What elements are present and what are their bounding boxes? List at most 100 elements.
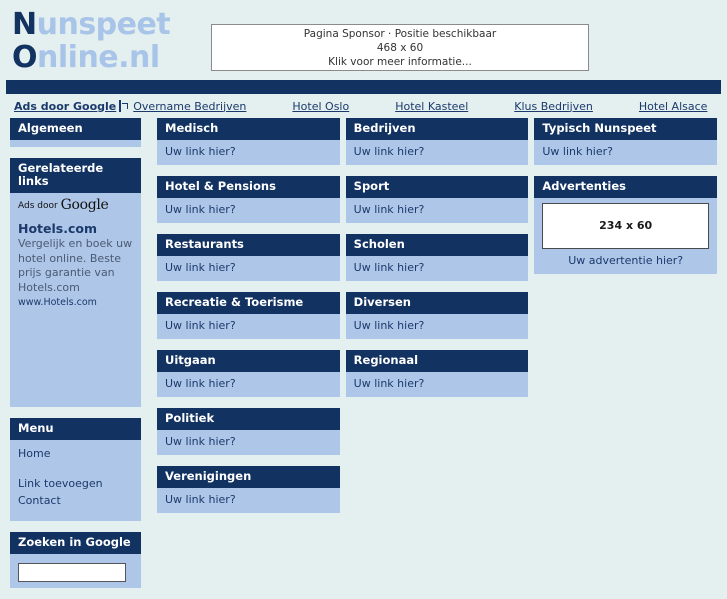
panel-algemeen-body xyxy=(10,140,141,147)
panel-advertenties: Advertenties 234 x 60 Uw advertentie hie… xyxy=(534,176,718,274)
category-title: Uitgaan xyxy=(157,350,340,372)
uw-link-hier[interactable]: Uw link hier? xyxy=(354,145,425,158)
category-title: Diversen xyxy=(345,292,529,314)
uw-link-hier[interactable]: Uw link hier? xyxy=(165,203,236,216)
menu-item-contact[interactable]: Contact xyxy=(18,492,133,509)
menu-item-link-toevoegen[interactable]: Link toevoegen xyxy=(18,475,133,492)
category-column-1: Medisch Uw link hier? Hotel & Pensions U… xyxy=(157,118,340,524)
panel-search-title: Zoeken in Google xyxy=(10,532,141,554)
sidebar-ad-description: Vergelijk en boek uw hotel online. Beste… xyxy=(18,237,133,294)
category-title: Scholen xyxy=(345,234,529,256)
sponsor-line-3: Klik voor meer informatie... xyxy=(328,55,472,68)
category-typisch-nunspeet: Typisch Nunspeet Uw link hier? xyxy=(534,118,718,165)
category-title: Restaurants xyxy=(157,234,340,256)
category-scholen: Scholen Uw link hier? xyxy=(345,234,529,281)
uw-link-hier[interactable]: Uw link hier? xyxy=(165,261,236,274)
category-title: Sport xyxy=(345,176,529,198)
category-title: Regionaal xyxy=(345,350,529,372)
sidebar: Algemeen Gerelateerde links Ads door Goo… xyxy=(10,118,141,599)
category-body: Uw link hier? xyxy=(157,488,340,513)
uw-link-hier[interactable]: Uw link hier? xyxy=(165,145,236,158)
category-title: Verenigingen xyxy=(157,466,340,488)
category-body: Uw link hier? xyxy=(157,198,340,223)
category-title: Medisch xyxy=(157,118,340,140)
menu-spacer xyxy=(18,462,133,475)
category-sport: Sport Uw link hier? xyxy=(345,176,529,223)
logo-text-nunspeet: unspeet xyxy=(36,7,171,42)
panel-advertenties-body: 234 x 60 Uw advertentie hier? xyxy=(534,198,718,274)
panel-gerelateerde-links: Gerelateerde links Ads door Google Hotel… xyxy=(10,158,141,407)
category-body: Uw link hier? xyxy=(157,372,340,397)
header-divider xyxy=(6,80,721,94)
category-body: Uw link hier? xyxy=(157,140,340,165)
panel-zoeken-in-google: Zoeken in Google xyxy=(10,532,141,588)
logo-initial-n: N xyxy=(12,7,37,42)
category-body: Uw link hier? xyxy=(534,140,718,165)
category-restaurants: Restaurants Uw link hier? xyxy=(157,234,340,281)
category-body: Uw link hier? xyxy=(345,372,529,397)
uw-link-hier[interactable]: Uw link hier? xyxy=(165,493,236,506)
menu-item-home[interactable]: Home xyxy=(18,445,133,462)
advert-caption[interactable]: Uw advertentie hier? xyxy=(542,254,709,268)
ads-by-text: Ads door xyxy=(18,201,61,211)
site-logo[interactable]: Nunspeet Online.nl xyxy=(12,7,171,75)
panel-algemeen: Algemeen xyxy=(10,118,141,147)
logo-initial-o: O xyxy=(12,40,38,75)
category-bedrijven: Bedrijven Uw link hier? xyxy=(345,118,529,165)
advert-placeholder-box[interactable]: 234 x 60 xyxy=(542,203,710,249)
sponsor-banner[interactable]: Pagina Sponsor · Positie beschikbaar 468… xyxy=(211,24,589,71)
sidebar-ad-url[interactable]: www.Hotels.com xyxy=(18,296,133,310)
panel-menu-title: Menu xyxy=(10,418,141,440)
sponsor-line-2: 468 x 60 xyxy=(376,41,424,54)
category-column-2: Bedrijven Uw link hier? Sport Uw link hi… xyxy=(345,118,529,524)
category-body: Uw link hier? xyxy=(345,140,529,165)
category-body: Uw link hier? xyxy=(345,198,529,223)
panel-menu: Menu Home Link toevoegen Contact xyxy=(10,418,141,521)
panel-related-body: Ads door Google Hotels.com Vergelijk en … xyxy=(10,193,141,407)
panel-algemeen-title: Algemeen xyxy=(10,118,141,140)
category-hotel-pensions: Hotel & Pensions Uw link hier? xyxy=(157,176,340,223)
adsense-link-1[interactable]: Hotel Oslo xyxy=(292,100,349,113)
uw-link-hier[interactable]: Uw link hier? xyxy=(165,319,236,332)
sponsor-line-1: Pagina Sponsor · Positie beschikbaar xyxy=(303,27,497,40)
logo-text-online: nline.nl xyxy=(37,40,160,75)
category-title: Typisch Nunspeet xyxy=(534,118,718,140)
category-title: Hotel & Pensions xyxy=(157,176,340,198)
uw-link-hier[interactable]: Uw link hier? xyxy=(354,261,425,274)
ads-by-google-label: Ads door Google xyxy=(18,198,133,213)
search-input[interactable] xyxy=(18,563,126,582)
panel-advertenties-title: Advertenties xyxy=(534,176,718,198)
category-body: Uw link hier? xyxy=(157,256,340,281)
uw-link-hier[interactable]: Uw link hier? xyxy=(165,435,236,448)
adsense-link-3[interactable]: Klus Bedrijven xyxy=(514,100,593,113)
category-title: Bedrijven xyxy=(345,118,529,140)
adsense-link-4[interactable]: Hotel Alsace xyxy=(639,100,708,113)
adsense-link-strip: Ads door Google Overname Bedrijven Hotel… xyxy=(0,94,727,118)
category-body: Uw link hier? xyxy=(157,430,340,455)
category-verenigingen: Verenigingen Uw link hier? xyxy=(157,466,340,513)
category-title: Recreatie & Toerisme xyxy=(157,292,340,314)
category-regionaal: Regionaal Uw link hier? xyxy=(345,350,529,397)
adsense-link-2[interactable]: Hotel Kasteel xyxy=(395,100,468,113)
uw-link-hier[interactable]: Uw link hier? xyxy=(354,203,425,216)
category-politiek: Politiek Uw link hier? xyxy=(157,408,340,455)
google-wordmark: Google xyxy=(60,197,109,213)
uw-link-hier[interactable]: Uw link hier? xyxy=(542,145,613,158)
category-body: Uw link hier? xyxy=(345,314,529,339)
uw-link-hier[interactable]: Uw link hier? xyxy=(354,319,425,332)
sidebar-ad-title[interactable]: Hotels.com xyxy=(18,222,133,236)
category-columns: Medisch Uw link hier? Hotel & Pensions U… xyxy=(157,118,718,524)
category-title: Politiek xyxy=(157,408,340,430)
category-body: Uw link hier? xyxy=(345,256,529,281)
page-header: Nunspeet Online.nl Pagina Sponsor · Posi… xyxy=(0,0,727,80)
panel-menu-body: Home Link toevoegen Contact xyxy=(10,440,141,521)
category-body: Uw link hier? xyxy=(157,314,340,339)
adsense-link-0[interactable]: Overname Bedrijven xyxy=(133,100,246,113)
category-recreatie-toerisme: Recreatie & Toerisme Uw link hier? xyxy=(157,292,340,339)
uw-link-hier[interactable]: Uw link hier? xyxy=(165,377,236,390)
external-link-icon[interactable] xyxy=(119,100,122,112)
uw-link-hier[interactable]: Uw link hier? xyxy=(354,377,425,390)
ads-door-google-label[interactable]: Ads door Google xyxy=(14,100,116,113)
category-column-3: Typisch Nunspeet Uw link hier? Advertent… xyxy=(534,118,718,524)
category-medisch: Medisch Uw link hier? xyxy=(157,118,340,165)
